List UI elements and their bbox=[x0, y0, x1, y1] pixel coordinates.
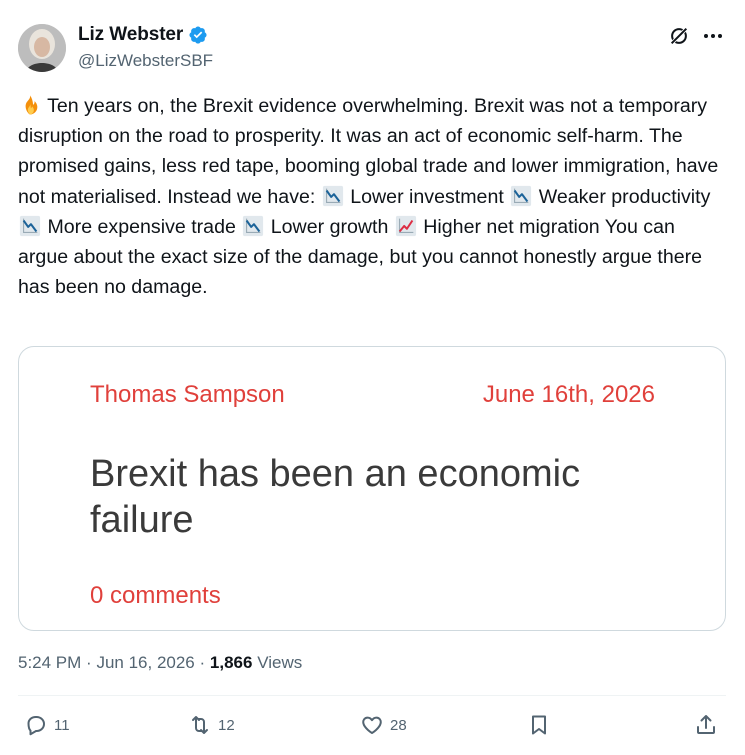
chart-increasing-icon bbox=[395, 215, 417, 237]
bookmark-button[interactable] bbox=[527, 713, 551, 737]
repost-count: 12 bbox=[218, 716, 235, 734]
meta-separator: · bbox=[86, 653, 92, 672]
bookmark-icon bbox=[532, 715, 546, 735]
repost-button[interactable]: 12 bbox=[188, 713, 235, 737]
share-button[interactable] bbox=[694, 713, 718, 737]
author-name-row: Liz Webster bbox=[78, 24, 208, 46]
chart-decreasing-icon bbox=[242, 215, 264, 237]
avatar[interactable] bbox=[18, 24, 66, 72]
views-count[interactable]: 1,866 bbox=[210, 653, 253, 672]
avatar-image bbox=[18, 24, 66, 72]
tweet-meta: 5:24 PM · Jun 16, 2026 · 1,866 Views bbox=[18, 653, 302, 673]
article-card[interactable]: Thomas Sampson June 16th, 2026 Brexit ha… bbox=[18, 346, 726, 631]
chart-decreasing-icon bbox=[19, 215, 41, 237]
tweet-text-segment: Lower investment bbox=[344, 185, 510, 208]
share-icon bbox=[697, 715, 715, 734]
meta-separator: · bbox=[199, 653, 206, 672]
card-date: June 16th, 2026 bbox=[482, 381, 655, 408]
tweet-text: Ten years on, the Brexit evidence overwh… bbox=[18, 91, 730, 302]
divider bbox=[18, 695, 726, 696]
chart-decreasing-icon bbox=[510, 185, 532, 207]
reply-button[interactable]: 11 bbox=[24, 713, 70, 737]
more-options-icon[interactable] bbox=[702, 25, 724, 47]
heart-icon bbox=[362, 716, 382, 734]
tweet-time[interactable]: 5:24 PM bbox=[18, 653, 81, 672]
like-count: 28 bbox=[390, 716, 407, 734]
tweet-date[interactable]: Jun 16, 2026 bbox=[96, 653, 194, 672]
tweet-text-segment: Weaker productivity bbox=[533, 185, 711, 208]
card-title: Brexit has been an economic failure bbox=[90, 453, 581, 541]
reply-icon bbox=[27, 716, 45, 736]
display-name[interactable]: Liz Webster bbox=[78, 24, 183, 46]
verified-badge-icon[interactable] bbox=[188, 25, 208, 45]
repost-icon bbox=[192, 716, 208, 734]
tweet-text-segment: Lower growth bbox=[265, 215, 394, 238]
handle[interactable]: @LizWebsterSBF bbox=[78, 51, 213, 71]
action-bar: 11 12 28 bbox=[0, 705, 745, 749]
tweet-text-segment: More expensive trade bbox=[42, 215, 242, 238]
like-button[interactable]: 28 bbox=[360, 713, 407, 737]
fire-icon bbox=[19, 94, 41, 116]
views-label: Views bbox=[257, 653, 303, 672]
card-author: Thomas Sampson bbox=[90, 381, 285, 408]
chart-decreasing-icon bbox=[322, 185, 344, 207]
grok-icon[interactable] bbox=[668, 25, 690, 47]
card-comments: 0 comments bbox=[90, 582, 221, 609]
reply-count: 11 bbox=[54, 716, 70, 734]
